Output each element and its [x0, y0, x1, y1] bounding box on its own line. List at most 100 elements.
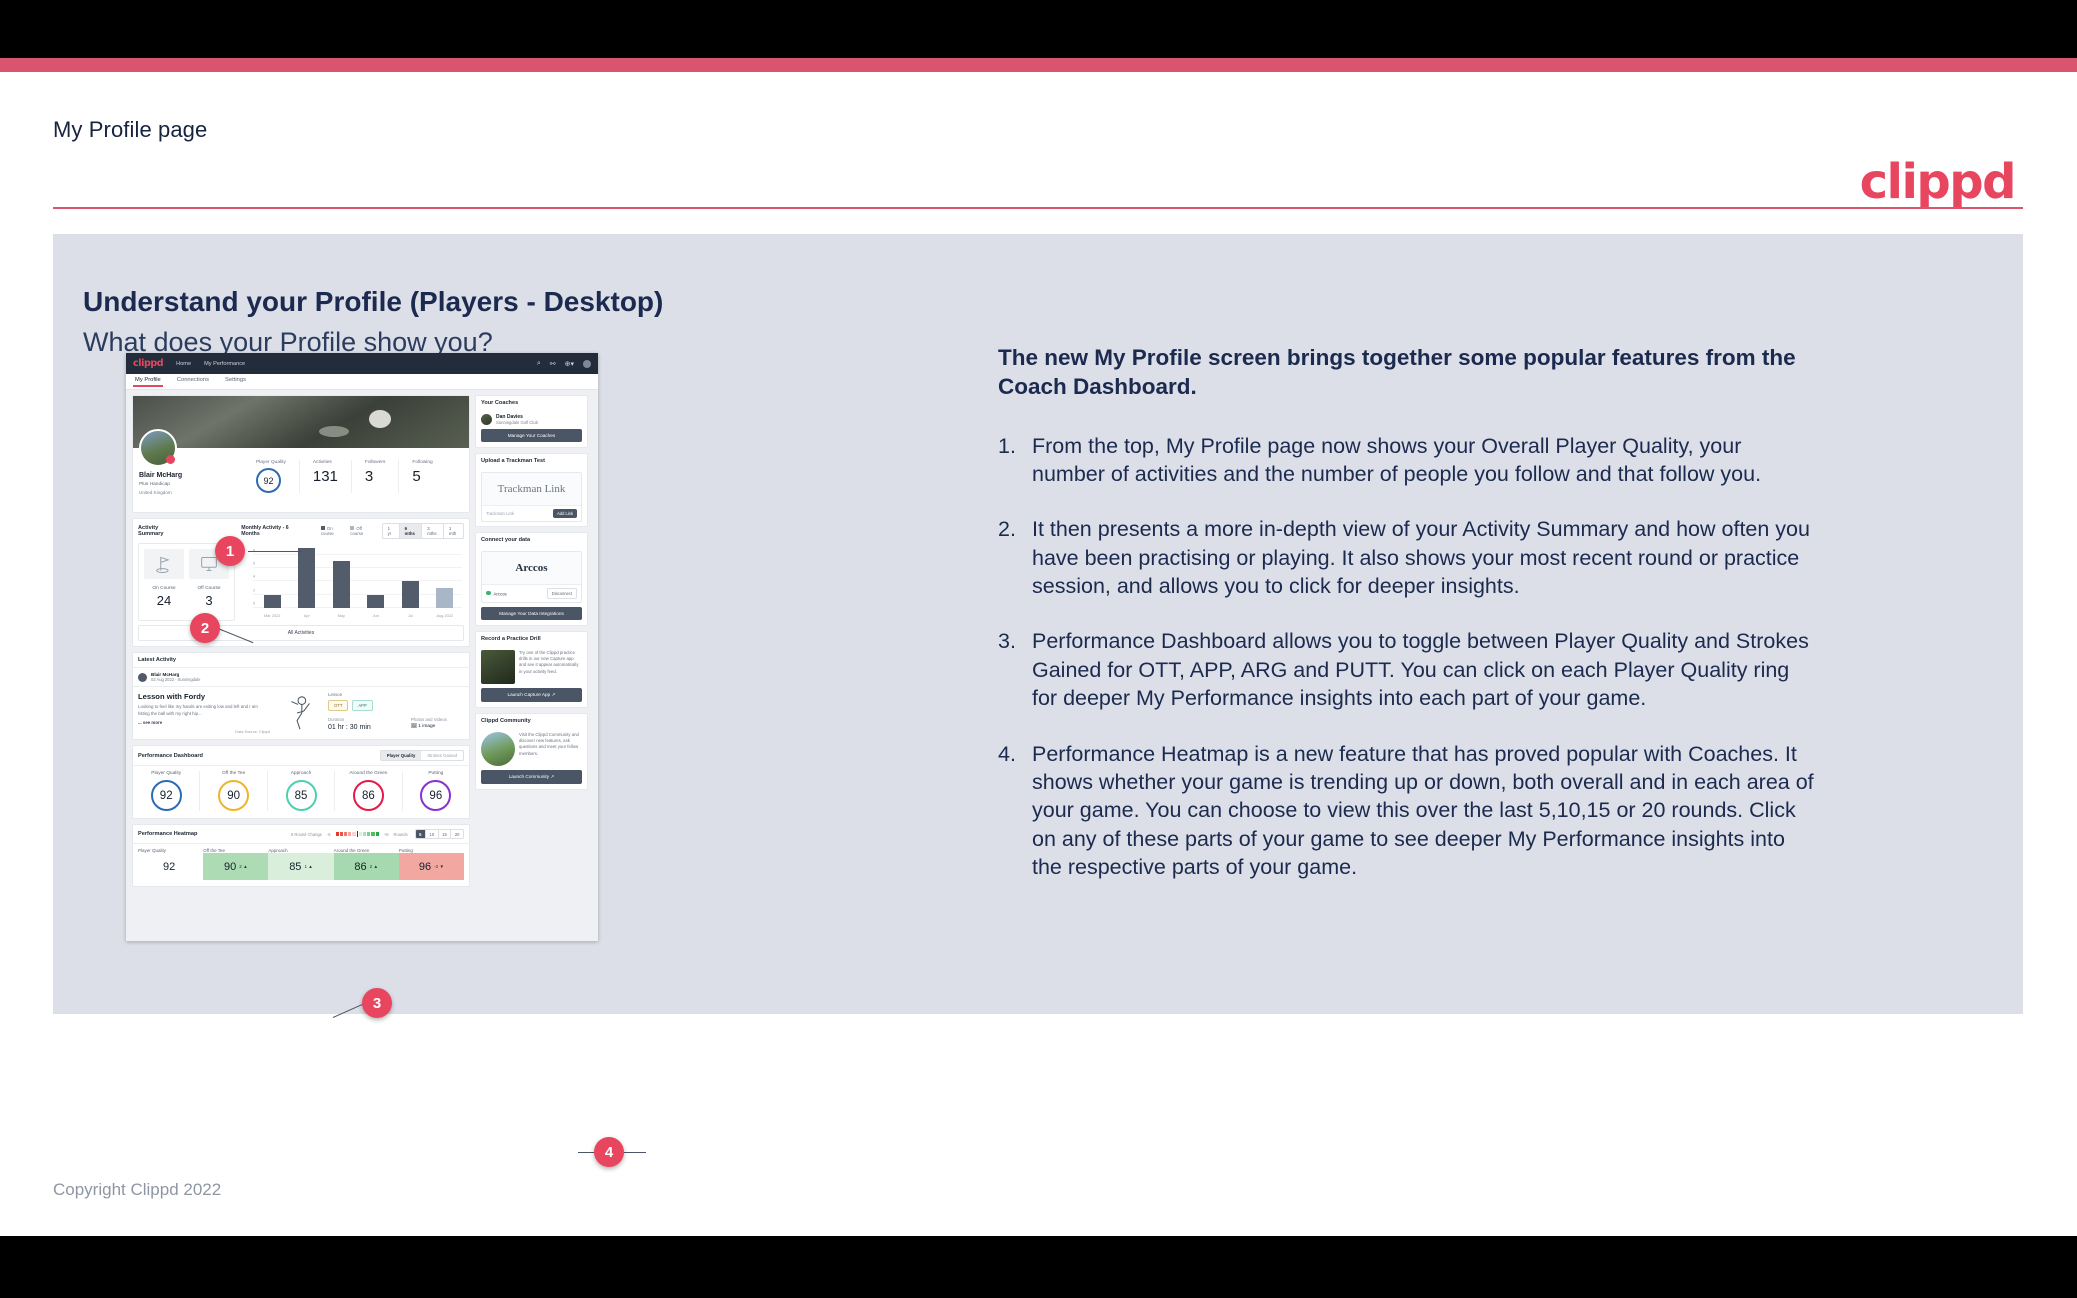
trackman-brand: Trackman Link — [482, 473, 581, 505]
note-number: 3. — [998, 629, 1016, 654]
activity-content: On Course 24 Off Course 3 0 2 4 6 8 Mar … — [138, 543, 464, 621]
sidebar-column: Your Coaches Dan Davies Sunningdale Golf… — [475, 395, 588, 892]
bar-may[interactable] — [332, 561, 350, 608]
ring-around-the-green[interactable]: Around the Green 86 — [334, 771, 401, 812]
heatmap-cell-off-the-tee[interactable]: 90 2 ▲ — [203, 853, 269, 881]
ring-label: Putting — [428, 771, 444, 777]
range-1mth[interactable]: 1 mth — [443, 524, 463, 538]
app-tabs: My Profile Connections Settings — [126, 374, 598, 390]
legend-on-course: On course — [320, 526, 334, 536]
dashboard-title: Performance Dashboard — [138, 752, 203, 759]
range-6mths[interactable]: 6 mths — [398, 524, 422, 538]
stat-value: 131 — [312, 468, 338, 485]
callout-marker-3: 3 — [362, 988, 392, 1018]
community-icon[interactable]: ⚯ — [550, 360, 556, 368]
bar-apr[interactable] — [298, 548, 316, 608]
toggle-strokes-gained[interactable]: Strokes Gained — [421, 751, 463, 760]
note-number: 2. — [998, 517, 1016, 542]
heatmap-cell-approach[interactable]: 85 1 ▲ — [268, 853, 334, 881]
tab-connections[interactable]: Connections — [177, 377, 209, 387]
slide-heading: Understand your Profile (Players - Deskt… — [83, 286, 664, 317]
latest-activity-title: Latest Activity — [133, 653, 469, 668]
stat-value: 3 — [364, 468, 374, 485]
scale-gradient — [335, 831, 379, 838]
note-number: 4. — [998, 741, 1016, 766]
manage-coaches-button[interactable]: Manage Your Coaches — [481, 429, 582, 442]
avatar-icon[interactable] — [583, 359, 591, 368]
tab-settings[interactable]: Settings — [225, 377, 246, 387]
note-text: From the top, My Profile page now shows … — [1032, 433, 1762, 486]
clippd-logo: clippd — [1859, 154, 2017, 210]
x-tick: Jun — [372, 613, 379, 618]
rounds-10[interactable]: 10 — [424, 830, 438, 839]
rounds-5[interactable]: 5 — [415, 830, 425, 839]
activity-meta: 03 Aug 2022 - Sunningdale — [151, 677, 201, 682]
callout-marker-2: 2 — [190, 613, 220, 643]
rounds-15[interactable]: 15 — [437, 830, 451, 839]
bar-jul[interactable] — [401, 581, 419, 608]
profile-name: Blair McHarg — [139, 472, 183, 479]
arccos-box: Arccos Arccos Disconnect — [481, 551, 582, 603]
manage-integrations-button[interactable]: Manage Your Data Integrations — [481, 607, 582, 620]
range-3mths[interactable]: 3 mths — [421, 524, 443, 538]
tile-on-course[interactable]: On Course 24 — [144, 549, 184, 615]
connect-title: Connect your data — [481, 537, 531, 543]
trackman-input[interactable]: Trackman Link — [486, 511, 514, 516]
bar-mar[interactable] — [263, 594, 281, 608]
activity-summary-body: Activity Summary Monthly Activity - 6 Mo… — [133, 519, 469, 646]
heatmap-cell-player-quality[interactable]: 92 — [138, 853, 204, 881]
duration-block: Duration 01 hr : 30 min — [328, 717, 371, 731]
stat-player-quality[interactable]: Player Quality 92 — [243, 460, 299, 493]
stat-label: Followers — [364, 460, 386, 465]
tab-my-profile[interactable]: My Profile — [133, 377, 163, 387]
bar-aug[interactable] — [436, 588, 454, 608]
heatmap-labels: Player Quality Off the Tee Approach Arou… — [133, 844, 469, 853]
nav-link-my-performance[interactable]: My Performance — [204, 361, 245, 367]
avatar[interactable] — [139, 429, 177, 467]
rounds-label: Rounds — [393, 831, 408, 837]
stat-followers[interactable]: Followers 3 — [350, 460, 399, 493]
disconnect-button[interactable]: Disconnect — [546, 588, 577, 599]
search-icon[interactable]: ⌕ — [537, 360, 541, 368]
trackman-box: Trackman Link Trackman Link Add Link — [481, 472, 582, 522]
range-1yr[interactable]: 1 yr — [383, 524, 399, 538]
ring-off-the-tee[interactable]: Off the Tee 90 — [199, 771, 266, 812]
chart-title: Monthly Activity - 6 Months — [241, 525, 289, 537]
scale-label: 5 Round Change — [290, 831, 322, 837]
launch-community-button[interactable]: Launch Community ↗ — [481, 770, 582, 784]
scale-max: +5 — [383, 831, 389, 837]
toggle-player-quality[interactable]: Player Quality — [380, 751, 422, 761]
nav-link-home[interactable]: Home — [176, 361, 191, 367]
ring-player-quality[interactable]: Player Quality 92 — [133, 771, 199, 812]
heatmap-cell-putting[interactable]: 96 -2 ▼ — [398, 853, 465, 881]
launch-capture-app-button[interactable]: Launch Capture App ↗ — [481, 688, 582, 702]
drill-image — [481, 650, 515, 684]
stat-value: 5 — [412, 468, 421, 485]
stat-following[interactable]: Following 5 — [398, 460, 445, 493]
ring-putting[interactable]: Putting 96 — [401, 771, 469, 812]
rounds-selector: 5 10 15 20 — [414, 829, 464, 840]
chart-legend: On course Off course — [320, 526, 374, 536]
chart-bars — [255, 548, 462, 608]
callout-line-1 — [248, 551, 302, 552]
media-value: 🖼 1 image — [410, 724, 436, 729]
stat-activities[interactable]: Activities 131 — [298, 460, 351, 493]
heatmap-cell-around-the-green[interactable]: 86 2 ▲ — [333, 853, 399, 881]
top-pink-stripe — [0, 58, 2077, 72]
all-activities-button[interactable]: All Activities — [138, 625, 464, 641]
activity-headline: Lesson with Fordy — [138, 692, 206, 701]
community-card: Clippd Community Visit the Clippd Commun… — [475, 713, 588, 790]
app-logo[interactable]: clippd — [133, 358, 164, 369]
bar-jun[interactable] — [367, 594, 385, 608]
ring-label: Approach — [290, 771, 312, 777]
see-more-link[interactable]: ... see more — [138, 720, 270, 725]
ring-approach[interactable]: Approach 85 — [266, 771, 334, 812]
tag-ott: OTT — [328, 700, 349, 711]
add-link-button[interactable]: Add Link — [553, 509, 577, 518]
rounds-20[interactable]: 20 — [450, 830, 463, 839]
arccos-status: Arccos — [486, 590, 507, 596]
activity-summary-card: Activity Summary Monthly Activity - 6 Mo… — [132, 518, 470, 647]
list-item: 2. It then presents a more in-depth view… — [998, 515, 1818, 600]
add-icon[interactable]: ⊕▾ — [565, 360, 574, 368]
coach-row[interactable]: Dan Davies Sunningdale Golf Club — [476, 410, 587, 429]
